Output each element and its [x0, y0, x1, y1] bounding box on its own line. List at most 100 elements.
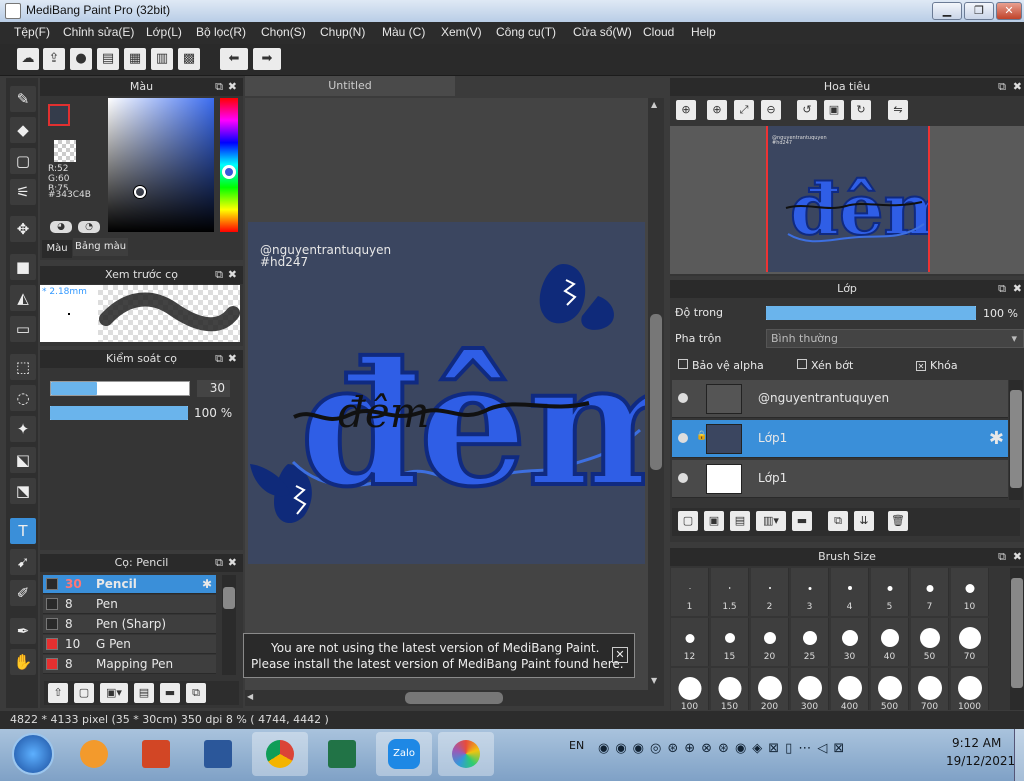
brush-size-cell[interactable]: 700: [911, 668, 949, 710]
hue-cursor[interactable]: [222, 165, 236, 179]
eyedrop-icon[interactable]: ◔: [78, 221, 100, 233]
close-icon[interactable]: ✖: [228, 350, 237, 368]
upload-icon[interactable]: ⇪: [43, 48, 65, 70]
undock-icon[interactable]: ⧉: [998, 78, 1006, 96]
select-tool-icon[interactable]: ⬚: [10, 354, 36, 380]
brush-add-menu-icon[interactable]: ▣▾: [100, 683, 128, 703]
gear-icon[interactable]: ✱: [202, 575, 212, 594]
flip-icon[interactable]: ⇋: [888, 100, 908, 120]
brush-size-slider[interactable]: [50, 381, 190, 396]
brush-size-cell[interactable]: 10: [951, 568, 989, 616]
start-button[interactable]: [12, 733, 54, 775]
zoom-out-icon[interactable]: ⊖: [761, 100, 781, 120]
scroll-thumb[interactable]: [1011, 578, 1023, 688]
brush-item[interactable]: 8 Pen (Sharp): [43, 615, 216, 634]
close-icon[interactable]: ✖: [228, 266, 237, 284]
reset-rotation-icon[interactable]: ▣: [824, 100, 844, 120]
minimize-button[interactable]: ▁: [932, 2, 962, 20]
menu-select[interactable]: Chọn(S): [261, 25, 306, 39]
saturation-value-picker[interactable]: [108, 98, 214, 232]
new-halftone-layer-icon[interactable]: ▣: [704, 511, 724, 531]
medibang-icon[interactable]: [438, 732, 494, 776]
hue-slider[interactable]: [220, 98, 238, 232]
tab-untitled[interactable]: Untitled: [245, 76, 455, 96]
brush-size-cell[interactable]: 400: [831, 668, 869, 710]
clock-date[interactable]: 19/12/2021: [946, 754, 1015, 768]
fill-shape-tool-icon[interactable]: ■: [10, 254, 36, 280]
rect-select-tool-icon[interactable]: ▢: [10, 148, 36, 174]
layout-icon[interactable]: ▩: [178, 48, 200, 70]
undock-icon[interactable]: ⧉: [998, 548, 1006, 566]
fit-icon[interactable]: ⤢: [734, 100, 754, 120]
brush-opacity-slider[interactable]: [50, 406, 188, 420]
scroll-up-icon[interactable]: ▲: [651, 100, 657, 109]
layer-row[interactable]: @nguyentrantuquyen: [672, 380, 1008, 418]
zoom-in-plus-icon[interactable]: ⊕: [707, 100, 727, 120]
document-canvas[interactable]: @nguyentrantuquyen #hd247 đêm đêm: [248, 222, 645, 564]
rotate-right-icon[interactable]: ↻: [851, 100, 871, 120]
menu-layer[interactable]: Lớp(L): [146, 25, 182, 39]
visibility-eye-icon[interactable]: [678, 433, 688, 443]
brush-size-cell[interactable]: 50: [911, 618, 949, 666]
menu-snap[interactable]: Chụp(N): [320, 25, 365, 39]
bucket-tool-icon[interactable]: ◭: [10, 285, 36, 311]
brush-duplicate-icon[interactable]: ⧉: [186, 683, 206, 703]
text-tool-icon[interactable]: T: [10, 518, 36, 544]
zalo-icon[interactable]: Zalo: [376, 732, 432, 776]
close-icon[interactable]: ✖: [228, 78, 237, 96]
cloud-icon[interactable]: ☁: [17, 48, 39, 70]
new-brush-icon[interactable]: ▢: [74, 683, 94, 703]
select-pen-tool-icon[interactable]: ⬕: [10, 447, 36, 473]
clip-checkbox[interactable]: Xén bớt: [797, 359, 853, 372]
protect-alpha-checkbox[interactable]: Bảo vệ alpha: [678, 359, 764, 372]
brush-size-cell[interactable]: 3: [791, 568, 829, 616]
layer-opacity-slider[interactable]: [766, 306, 976, 320]
lasso-tool-icon[interactable]: ◌: [10, 385, 36, 411]
menu-filter[interactable]: Bộ lọc(R): [196, 25, 246, 39]
scroll-down-icon[interactable]: ▼: [651, 676, 657, 685]
comment-icon[interactable]: ●: [70, 48, 92, 70]
transparent-swatch[interactable]: [54, 140, 76, 162]
brush-size-value[interactable]: 30: [197, 380, 230, 397]
zoom-in-icon[interactable]: ⊕: [676, 100, 696, 120]
scroll-thumb[interactable]: [223, 587, 235, 609]
close-icon[interactable]: ✖: [228, 554, 237, 572]
panel-icon[interactable]: ▥: [151, 48, 173, 70]
navigator-preview[interactable]: @nguyentrantuquyen #hd247 đêm: [670, 126, 1024, 274]
menu-color[interactable]: Màu (C): [382, 25, 425, 39]
close-icon[interactable]: ✖: [1013, 78, 1022, 96]
close-icon[interactable]: ✖: [1013, 548, 1022, 566]
close-button[interactable]: ✕: [996, 2, 1022, 20]
undo-icon[interactable]: ⬅: [220, 48, 248, 70]
palette-icon[interactable]: ◕: [50, 221, 72, 233]
menu-edit[interactable]: Chỉnh sửa(E): [63, 25, 134, 39]
brush-size-scrollbar[interactable]: [1010, 568, 1024, 710]
document-icon[interactable]: ▦: [124, 48, 146, 70]
layers-scrollbar[interactable]: [1009, 380, 1023, 500]
menu-cloud[interactable]: Cloud: [643, 25, 674, 39]
show-desktop-button[interactable]: [1014, 729, 1024, 781]
operation-tool-icon[interactable]: ➹: [10, 549, 36, 575]
canvas-vscrollbar[interactable]: ▲ ▼: [648, 98, 664, 690]
divide-tool-icon[interactable]: ✐: [10, 580, 36, 606]
redo-icon[interactable]: ➡: [253, 48, 281, 70]
brush-size-cell[interactable]: 1: [671, 568, 709, 616]
brush-size-cell[interactable]: 12: [671, 618, 709, 666]
undock-icon[interactable]: ⧉: [998, 280, 1006, 298]
magic-wand-tool-icon[interactable]: ✦: [10, 416, 36, 442]
layer-row[interactable]: Lớp1: [672, 460, 1008, 498]
canvas-hscrollbar[interactable]: ◀: [245, 690, 664, 706]
brush-settings-icon[interactable]: ▤: [134, 683, 154, 703]
brush-folder-icon[interactable]: ▬: [160, 683, 180, 703]
menu-help[interactable]: Help: [691, 25, 716, 39]
tab-color[interactable]: Màu: [42, 240, 72, 258]
new-folder-icon[interactable]: ▬: [792, 511, 812, 531]
visibility-eye-icon[interactable]: [678, 393, 688, 403]
menu-window[interactable]: Cửa sổ(W): [573, 25, 632, 39]
brush-list-scrollbar[interactable]: [222, 575, 236, 675]
brush-size-cell[interactable]: 1.5: [711, 568, 749, 616]
restore-button[interactable]: ❐: [964, 2, 994, 20]
excel-icon[interactable]: [314, 732, 370, 776]
brush-size-cell[interactable]: 70: [951, 618, 989, 666]
duplicate-layer-icon[interactable]: ⧉: [828, 511, 848, 531]
